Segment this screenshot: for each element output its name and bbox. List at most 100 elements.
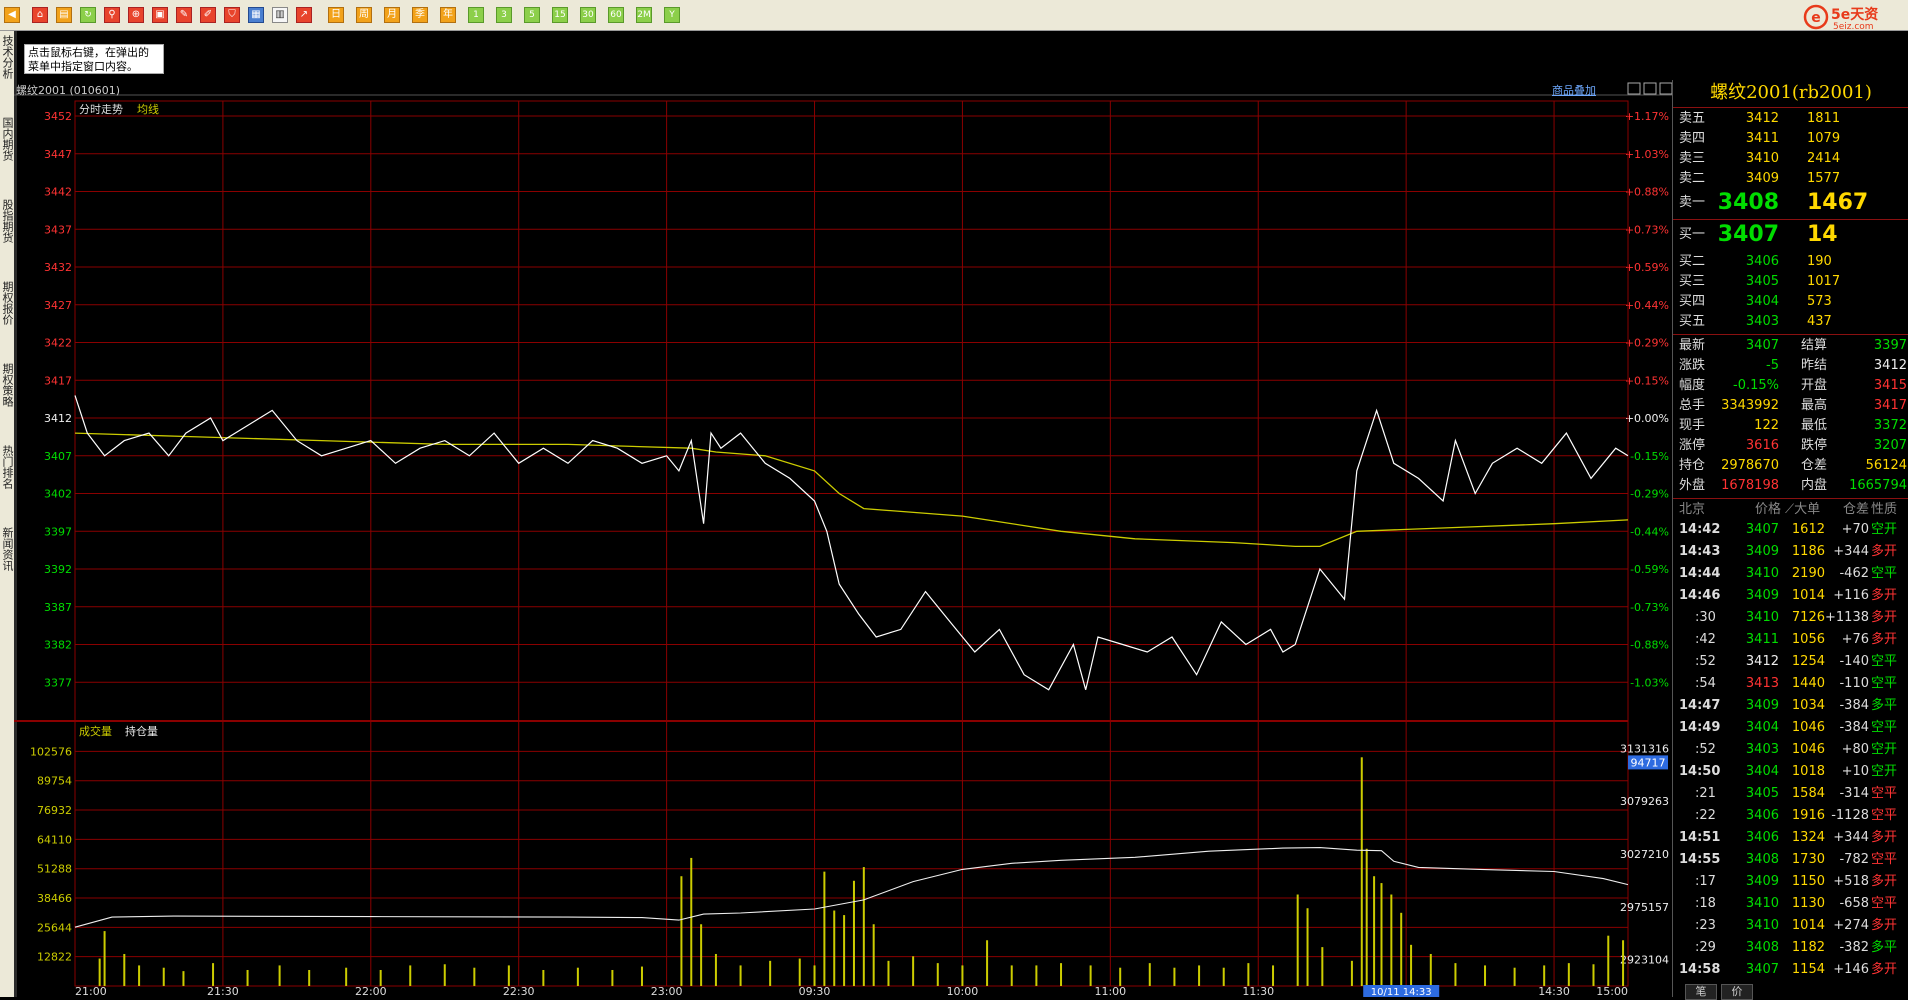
volume-bar bbox=[1454, 963, 1457, 986]
volume-bar bbox=[1119, 967, 1122, 986]
stat-label: 最新 bbox=[1679, 338, 1706, 353]
panel-divider bbox=[1673, 498, 1908, 499]
volume-bar bbox=[1410, 944, 1413, 986]
stat-label: 总手 bbox=[1679, 398, 1706, 413]
price-tick-label: 3392 bbox=[44, 563, 72, 576]
volume-bar bbox=[986, 940, 989, 986]
volume-bar bbox=[1296, 894, 1299, 986]
panel-bottom-tab-0[interactable]: 笔 bbox=[1685, 984, 1717, 1000]
time-tick-label: 22:00 bbox=[355, 985, 387, 997]
tick-nature: 空平 bbox=[1871, 852, 1898, 867]
avg-price-line bbox=[74, 432, 1629, 548]
volume-bar bbox=[1060, 963, 1063, 986]
ask-level-price: 3412 bbox=[1745, 111, 1779, 126]
tick-diff: -658 bbox=[1839, 896, 1869, 911]
tick-diff: +1138 bbox=[1825, 610, 1869, 625]
volume-bar bbox=[611, 969, 614, 986]
ask-level-volume: 2414 bbox=[1807, 151, 1841, 166]
volume-bar bbox=[1484, 965, 1487, 986]
tick-price: 3405 bbox=[1745, 786, 1779, 801]
tick-nature: 多平 bbox=[1871, 940, 1898, 955]
bid-row: 买二 3406 190 bbox=[1673, 252, 1908, 272]
tick-nature: 多开 bbox=[1871, 962, 1898, 977]
ask-level-volume: 1079 bbox=[1807, 131, 1841, 146]
window-max-icon[interactable] bbox=[1643, 82, 1657, 95]
tick-row: 14:50 3404 1018 +10 空开 bbox=[1673, 762, 1908, 782]
oi-tick-label: 2923104 bbox=[1620, 954, 1669, 967]
stat-value: 3616 bbox=[1745, 438, 1779, 453]
tick-price: 3410 bbox=[1745, 918, 1779, 933]
stat-value: 3397 bbox=[1873, 338, 1907, 353]
tick-row: :17 3409 1150 +518 多开 bbox=[1673, 872, 1908, 892]
bid-level-label: 买三 bbox=[1679, 274, 1706, 289]
tick-nature: 多开 bbox=[1871, 632, 1898, 647]
tick-nature: 空平 bbox=[1871, 720, 1898, 735]
overlay-commodity-link[interactable]: 商品叠加 bbox=[1552, 82, 1596, 98]
tick-nature: 空平 bbox=[1871, 808, 1898, 823]
volume-bar bbox=[278, 965, 281, 986]
oi-tick-label: 3027210 bbox=[1620, 848, 1669, 861]
panel-bottom-tab-1[interactable]: 价 bbox=[1721, 984, 1753, 1000]
bid-level-volume: 190 bbox=[1807, 254, 1832, 269]
volume-bar bbox=[379, 969, 382, 986]
tick-header-price: 价格 bbox=[1754, 502, 1781, 517]
tick-diff: +518 bbox=[1833, 874, 1869, 889]
tick-price: 3409 bbox=[1745, 544, 1779, 559]
pct-tick-label: -0.44% bbox=[1630, 525, 1669, 538]
pct-tick-label: +0.15% bbox=[1625, 374, 1669, 387]
tick-time: :52 bbox=[1695, 742, 1716, 757]
stat-value: -0.15% bbox=[1733, 378, 1779, 393]
volume-bar bbox=[798, 958, 801, 986]
volume-bar bbox=[1513, 967, 1516, 986]
bid1-price: 3407 bbox=[1717, 222, 1779, 247]
volume-bar bbox=[680, 876, 683, 986]
price-tick-label: 3407 bbox=[44, 450, 72, 463]
time-tick-label: 10:00 bbox=[947, 985, 979, 997]
tick-diff: -462 bbox=[1839, 566, 1869, 581]
volume-bar bbox=[640, 966, 643, 986]
time-tick-label: 22:30 bbox=[503, 985, 535, 997]
volume-bar bbox=[473, 967, 476, 986]
brand-name: 5e天资 bbox=[1831, 6, 1878, 23]
tick-volume: 1916 bbox=[1791, 808, 1825, 823]
tick-time: :18 bbox=[1695, 896, 1716, 911]
volume-tick-label: 64110 bbox=[37, 833, 72, 846]
contract-title: 螺纹2001(rb2001) bbox=[1710, 82, 1872, 103]
pct-tick-label: -0.29% bbox=[1630, 488, 1669, 501]
ask1-label: 卖一 bbox=[1679, 195, 1706, 210]
volume-bar bbox=[1607, 935, 1610, 986]
volume-bar bbox=[1173, 967, 1176, 986]
stat-label: 外盘 bbox=[1679, 478, 1706, 493]
volume-bar bbox=[443, 964, 446, 986]
pct-tick-label: -0.73% bbox=[1630, 601, 1669, 614]
stat-label: 结算 bbox=[1801, 338, 1828, 353]
stat-value: 2978670 bbox=[1721, 458, 1779, 473]
tick-row: 14:47 3409 1034 -384 多平 bbox=[1673, 696, 1908, 716]
volume-bar bbox=[542, 969, 545, 986]
tick-row: 14:58 3407 1154 +146 多开 bbox=[1673, 960, 1908, 980]
stat-label: 仓差 bbox=[1801, 458, 1828, 473]
stat-label: 涨停 bbox=[1679, 438, 1706, 453]
tick-time: 14:55 bbox=[1679, 852, 1721, 867]
stat-row: 外盘 1678198 内盘 1665794 bbox=[1673, 476, 1908, 496]
pct-tick-label: +0.29% bbox=[1625, 337, 1669, 350]
panel-divider bbox=[1673, 219, 1908, 220]
tick-volume: 1034 bbox=[1791, 698, 1825, 713]
tick-volume: 1046 bbox=[1791, 742, 1825, 757]
window-close-icon[interactable] bbox=[1659, 82, 1672, 95]
tick-price: 3404 bbox=[1745, 764, 1779, 779]
stat-label: 幅度 bbox=[1679, 378, 1706, 393]
volume-bar bbox=[1247, 963, 1250, 986]
window-restore-icon[interactable] bbox=[1627, 82, 1641, 95]
stat-value: 3407 bbox=[1745, 338, 1779, 353]
pct-tick-label: -0.15% bbox=[1630, 450, 1669, 463]
volume-bar bbox=[1380, 883, 1383, 986]
tick-volume: 1014 bbox=[1791, 588, 1825, 603]
volume-bar bbox=[1272, 965, 1275, 986]
tick-time: 14:50 bbox=[1679, 764, 1721, 779]
stat-value: 3343992 bbox=[1721, 398, 1779, 413]
bid-level-volume: 573 bbox=[1807, 294, 1832, 309]
tick-row: :22 3406 1916 -1128 空平 bbox=[1673, 806, 1908, 826]
tick-volume: 1730 bbox=[1791, 852, 1825, 867]
tick-volume: 1056 bbox=[1791, 632, 1825, 647]
